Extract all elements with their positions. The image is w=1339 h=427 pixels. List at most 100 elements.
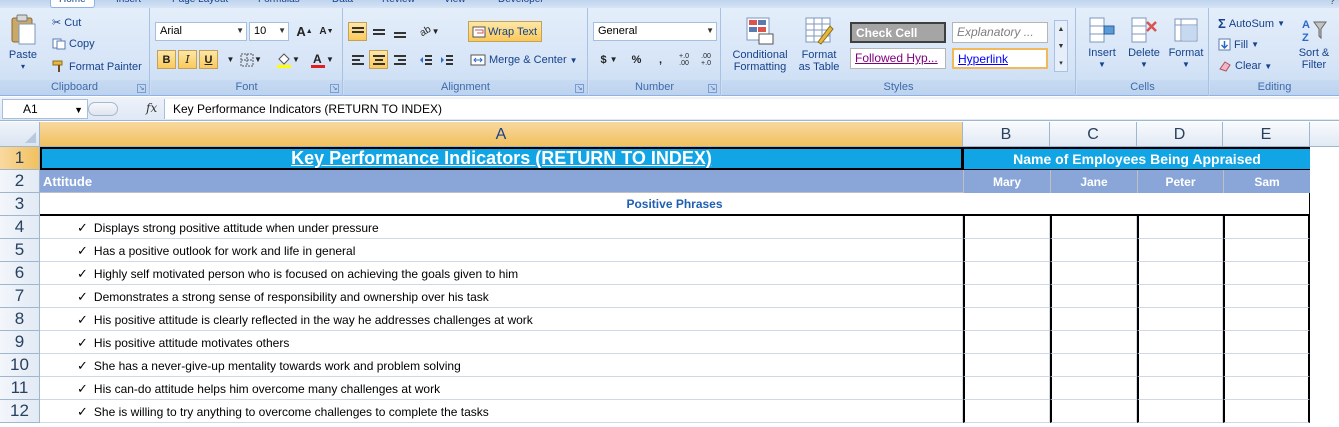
style-hyperlink[interactable]: Hyperlink [952, 48, 1048, 69]
rating-cell[interactable] [1050, 354, 1137, 377]
tab-formulas[interactable]: Formulas [250, 0, 308, 8]
rating-cell[interactable] [1223, 262, 1310, 285]
increase-decimal-button[interactable]: +.0 .00 [673, 50, 695, 69]
styles-gallery-scroll[interactable]: ▲ ▼ ▾ [1054, 20, 1068, 72]
rating-cell[interactable] [1050, 331, 1137, 354]
cell-employee-mary[interactable]: Mary [963, 170, 1050, 193]
rating-cell[interactable] [1223, 239, 1310, 262]
align-left-button[interactable] [348, 50, 367, 69]
fill-button[interactable]: Fill ▼ [1218, 38, 1259, 51]
borders-button[interactable]: ▼ [237, 50, 265, 69]
row-header-11[interactable]: 11 [0, 377, 40, 400]
rating-cell[interactable] [1137, 262, 1223, 285]
row-header-2[interactable]: 2 [0, 170, 40, 193]
cell-a1-title[interactable]: Key Performance Indicators (RETURN TO IN… [40, 147, 963, 170]
cell-a3-section[interactable]: Positive Phrases [40, 193, 1310, 216]
phrase-row-2[interactable]: ✓ Has a positive outlook for work and lif… [40, 239, 963, 262]
help-icon[interactable]: ? [1329, 0, 1335, 7]
rating-cell[interactable] [1223, 354, 1310, 377]
rating-cell[interactable] [1137, 377, 1223, 400]
phrase-row-9[interactable]: ✓ She is willing to try anything to overc… [40, 400, 963, 423]
wrap-text-button[interactable]: Wrap Text [468, 21, 542, 42]
phrase-row-8[interactable]: ✓ His can-do attitude helps him overcome … [40, 377, 963, 400]
dialog-launcher-icon[interactable]: ↘ [575, 84, 584, 93]
rating-cell[interactable] [1137, 331, 1223, 354]
rating-cell[interactable] [1223, 216, 1310, 239]
paste-dropdown-icon[interactable]: ▾ [4, 61, 42, 73]
style-explanatory[interactable]: Explanatory ... [952, 22, 1048, 43]
tab-review[interactable]: Review [374, 0, 423, 8]
rating-cell[interactable] [963, 308, 1050, 331]
rating-cell[interactable] [963, 331, 1050, 354]
merge-center-button[interactable]: Merge & Center ▼ [470, 54, 578, 66]
cell-employee-sam[interactable]: Sam [1223, 170, 1310, 193]
phrase-row-5[interactable]: ✓ His positive attitude is clearly reflec… [40, 308, 963, 331]
phrase-row-6[interactable]: ✓ His positive attitude motivates others [40, 331, 963, 354]
align-top-button[interactable] [348, 22, 367, 41]
bold-button[interactable]: B [157, 50, 176, 69]
rating-cell[interactable] [963, 239, 1050, 262]
autosum-button[interactable]: Σ AutoSum ▼ [1218, 16, 1285, 31]
rating-cell[interactable] [963, 285, 1050, 308]
rating-cell[interactable] [1137, 216, 1223, 239]
select-all-button[interactable] [0, 122, 40, 147]
phrase-row-4[interactable]: ✓ Demonstrates a strong sense of responsi… [40, 285, 963, 308]
tab-developer[interactable]: Developer [490, 0, 552, 8]
increase-indent-button[interactable] [437, 50, 456, 69]
dialog-launcher-icon[interactable]: ↘ [137, 84, 146, 93]
column-header-d[interactable]: D [1137, 122, 1223, 147]
style-followed-hyperlink[interactable]: Followed Hyp... [850, 48, 946, 69]
cell-employee-peter[interactable]: Peter [1137, 170, 1223, 193]
column-header-c[interactable]: C [1050, 122, 1137, 147]
percent-button[interactable]: % [627, 50, 646, 69]
insert-cells-button[interactable]: Insert ▼ [1081, 16, 1123, 71]
column-header-b[interactable]: B [963, 122, 1050, 147]
dialog-launcher-icon[interactable]: ↘ [330, 84, 339, 93]
rating-cell[interactable] [1137, 308, 1223, 331]
formula-input[interactable]: Key Performance Indicators (RETURN TO IN… [164, 99, 1339, 119]
row-header-6[interactable]: 6 [0, 262, 40, 285]
currency-button[interactable]: $ ▼ [595, 50, 623, 69]
dialog-launcher-icon[interactable]: ↘ [708, 84, 717, 93]
rating-cell[interactable] [1223, 331, 1310, 354]
row-header-3[interactable]: 3 [0, 193, 40, 216]
row-header-8[interactable]: 8 [0, 308, 40, 331]
phrase-row-1[interactable]: ✓ Displays strong positive attitude when … [40, 216, 963, 239]
rating-cell[interactable] [1050, 285, 1137, 308]
cell-employee-jane[interactable]: Jane [1050, 170, 1137, 193]
style-check-cell[interactable]: Check Cell [850, 22, 946, 43]
rating-cell[interactable] [1223, 400, 1310, 423]
rating-cell[interactable] [1050, 400, 1137, 423]
tab-page-layout[interactable]: Page Layout [164, 0, 236, 8]
row-header-1[interactable]: 1 [0, 147, 40, 170]
conditional-formatting-button[interactable]: Conditional Formatting [728, 16, 792, 73]
rating-cell[interactable] [1050, 239, 1137, 262]
tab-insert[interactable]: Insert [108, 0, 149, 8]
sort-filter-button[interactable]: A Z Sort & Filter [1292, 16, 1336, 71]
orientation-button[interactable]: ab ▼ [414, 22, 446, 41]
number-format-select[interactable]: General ▼ [593, 22, 717, 41]
shrink-font-button[interactable]: A ▼ [317, 22, 336, 41]
font-size-select[interactable]: 10 ▼ [249, 22, 289, 41]
align-center-button[interactable] [369, 50, 388, 69]
clear-button[interactable]: Clear ▼ [1218, 60, 1272, 72]
underline-button[interactable]: U [199, 50, 218, 69]
rating-cell[interactable] [963, 216, 1050, 239]
paste-button[interactable]: Paste ▾ [4, 14, 42, 73]
column-header-a[interactable]: A [40, 122, 963, 147]
tab-data[interactable]: Data [324, 0, 361, 8]
phrase-row-7[interactable]: ✓ She has a never-give-up mentality towar… [40, 354, 963, 377]
align-bottom-button[interactable] [390, 22, 409, 41]
rating-cell[interactable] [1050, 377, 1137, 400]
rating-cell[interactable] [963, 400, 1050, 423]
cell-a2-category[interactable]: Attitude [40, 170, 963, 193]
chevron-down-icon[interactable]: ▼ [74, 105, 83, 115]
copy-button[interactable]: Copy [52, 38, 95, 50]
italic-button[interactable]: I [178, 50, 197, 69]
rating-cell[interactable] [1223, 377, 1310, 400]
font-color-button[interactable]: A ▼ [307, 50, 337, 69]
rating-cell[interactable] [963, 262, 1050, 285]
rating-cell[interactable] [1223, 308, 1310, 331]
align-middle-button[interactable] [369, 22, 388, 41]
format-painter-button[interactable]: Format Painter [52, 60, 142, 73]
